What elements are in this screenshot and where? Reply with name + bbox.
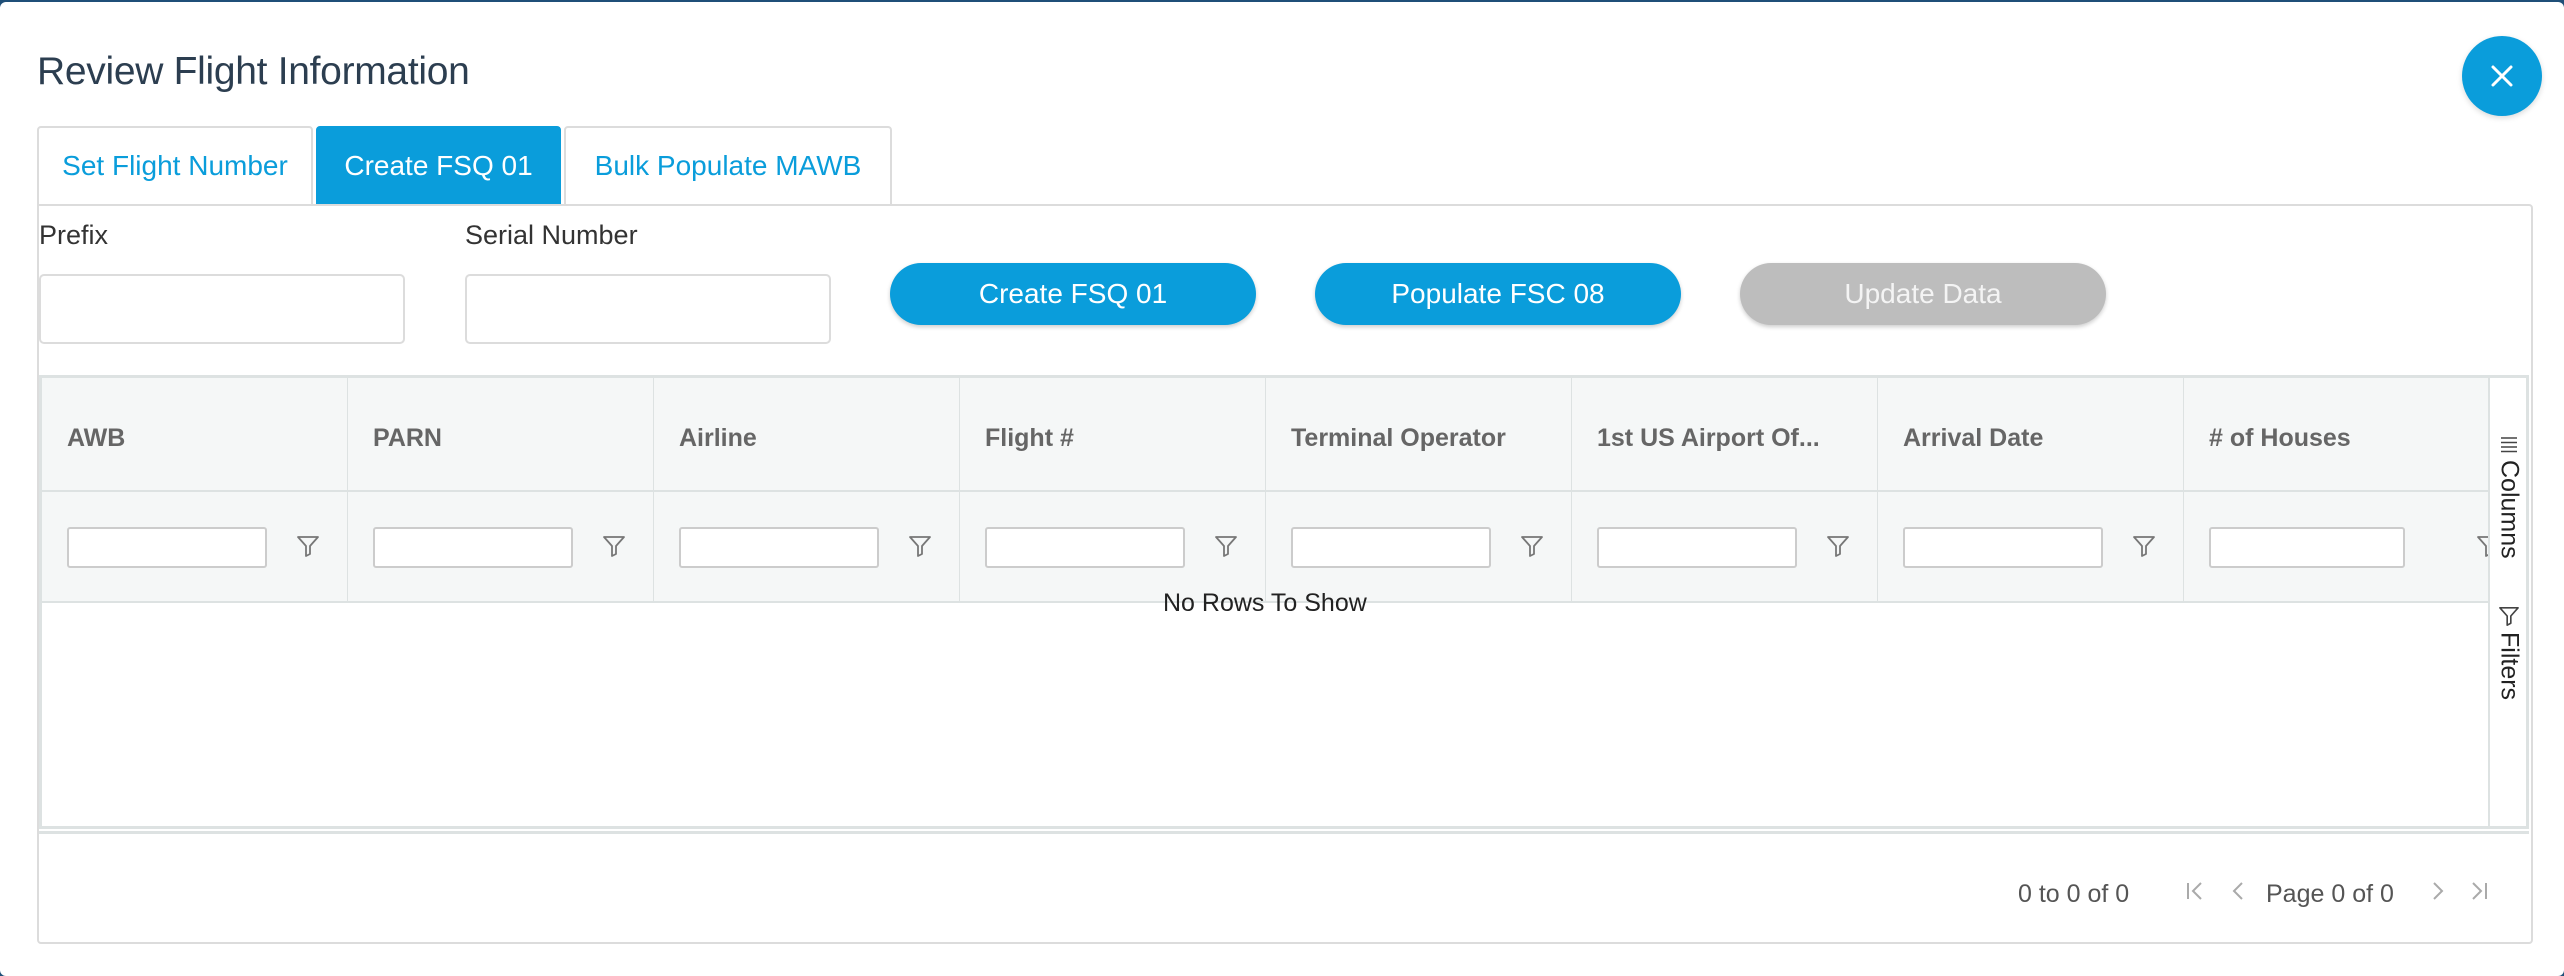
filter-input-parn[interactable] — [373, 527, 573, 568]
serial-number-input[interactable] — [465, 274, 831, 344]
filter-cell — [1572, 492, 1878, 603]
column-header-arrival-date[interactable]: Arrival Date — [1878, 378, 2184, 490]
filter-icon[interactable] — [602, 535, 626, 557]
filter-icon[interactable] — [1214, 535, 1238, 557]
pagination-bar: 0 to 0 of 0 Page 0 of 0 — [39, 831, 2529, 942]
close-button[interactable] — [2462, 36, 2542, 116]
create-fsq-01-button[interactable]: Create FSQ 01 — [890, 263, 1256, 325]
no-rows-message: No Rows To Show — [1163, 589, 1367, 617]
filter-icon[interactable] — [1826, 535, 1850, 557]
next-page-icon[interactable] — [2425, 877, 2449, 905]
page-current: 0 — [2331, 880, 2346, 908]
tab-set-flight-number[interactable]: Set Flight Number — [37, 126, 313, 204]
first-page-icon[interactable] — [2183, 877, 2207, 905]
column-label: Flight # — [985, 424, 1074, 452]
column-label: Airline — [679, 424, 757, 452]
columns-panel-button[interactable]: Columns — [2490, 436, 2528, 559]
filter-cell — [1266, 492, 1572, 603]
row-count-summary: 0 to 0 of 0 — [2018, 880, 2130, 908]
filter-cell — [1878, 492, 2184, 603]
column-header-parn[interactable]: PARN — [348, 378, 654, 490]
filter-icon[interactable] — [296, 535, 320, 557]
filter-cell — [960, 492, 1266, 603]
page-indicator: Page 0 of 0 — [2266, 880, 2394, 909]
close-icon — [2491, 65, 2513, 87]
filter-input-houses[interactable] — [2209, 527, 2405, 568]
dialog-title: Review Flight Information — [37, 50, 470, 93]
column-label: 1st US Airport Of... — [1597, 424, 1820, 452]
filter-icon — [2499, 607, 2519, 626]
prefix-label: Prefix — [39, 220, 109, 250]
grid-side-panel: Columns Filters — [2488, 378, 2526, 826]
filter-input-arrival-date[interactable] — [1903, 527, 2103, 568]
column-header-flight-number[interactable]: Flight # — [960, 378, 1266, 490]
filter-input-awb[interactable] — [67, 527, 267, 568]
column-header-airline[interactable]: Airline — [654, 378, 960, 490]
update-data-button[interactable]: Update Data — [1740, 263, 2106, 325]
prefix-input[interactable] — [39, 274, 405, 344]
filter-icon[interactable] — [1520, 535, 1544, 557]
tab-bulk-populate-mawb[interactable]: Bulk Populate MAWB — [564, 126, 892, 204]
grid-header: AWB PARN Airline Flight # Terminal Opera… — [42, 378, 2499, 603]
tab-bar: Set Flight Number Create FSQ 01 Bulk Pop… — [37, 126, 895, 204]
columns-icon — [2501, 437, 2517, 453]
column-header-first-us-airport[interactable]: 1st US Airport Of... — [1572, 378, 1878, 490]
page-label: Page — [2266, 880, 2325, 908]
column-label: Arrival Date — [1903, 424, 2044, 452]
filter-cell — [2184, 492, 2499, 603]
filters-panel-button[interactable]: Filters — [2490, 606, 2528, 700]
filter-cell — [348, 492, 654, 603]
filter-input-terminal-operator[interactable] — [1291, 527, 1491, 568]
of-label: of — [2352, 880, 2374, 908]
column-label: AWB — [67, 424, 126, 452]
review-flight-dialog: Review Flight Information Set Flight Num… — [0, 2, 2564, 976]
last-page-icon[interactable] — [2467, 877, 2491, 905]
filters-label: Filters — [2495, 632, 2524, 701]
filter-input-airline[interactable] — [679, 527, 879, 568]
page-total: 0 — [2380, 880, 2394, 908]
column-label: Terminal Operator — [1291, 424, 1506, 452]
tab-create-fsq-01[interactable]: Create FSQ 01 — [316, 126, 561, 204]
filter-cell — [42, 492, 348, 603]
column-header-houses[interactable]: # of Houses — [2184, 378, 2488, 490]
column-header-awb[interactable]: AWB — [42, 378, 348, 490]
filter-cell — [654, 492, 960, 603]
column-header-terminal-operator[interactable]: Terminal Operator — [1266, 378, 1572, 490]
filter-icon[interactable] — [2132, 535, 2156, 557]
filter-input-flight-number[interactable] — [985, 527, 1185, 568]
serial-number-label: Serial Number — [465, 220, 638, 250]
filter-row — [42, 492, 2499, 603]
column-label: # of Houses — [2209, 424, 2351, 452]
previous-page-icon[interactable] — [2227, 877, 2251, 905]
filter-input-first-us-airport[interactable] — [1597, 527, 1797, 568]
populate-fsc-08-button[interactable]: Populate FSC 08 — [1315, 263, 1681, 325]
filter-icon[interactable] — [908, 535, 932, 557]
columns-label: Columns — [2495, 460, 2524, 559]
column-label: PARN — [373, 424, 442, 452]
